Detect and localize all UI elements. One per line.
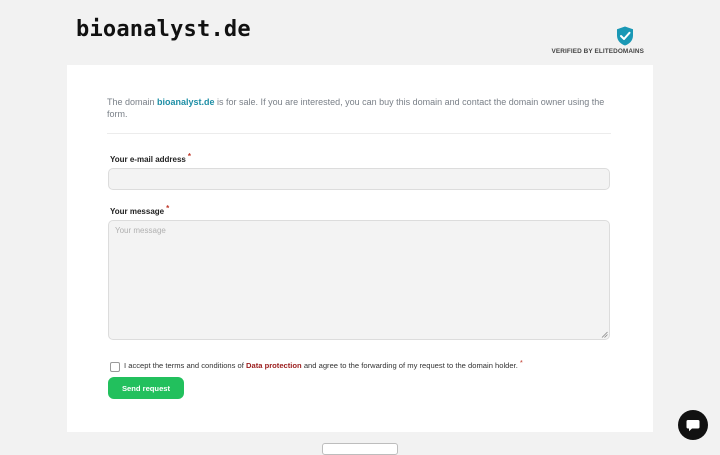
sale-intro-text: The domain bioanalyst.de is for sale. If… [107,96,617,120]
message-field[interactable] [108,220,610,340]
consent-checkbox[interactable] [110,362,120,372]
chat-bubble-icon [686,419,700,431]
chat-button[interactable] [678,410,708,440]
resize-grip-icon[interactable] [601,331,608,338]
intro-domain-name: bioanalyst.de [157,97,215,107]
required-mark: * [166,204,170,213]
consent-before: I accept the terms and conditions of [124,361,246,370]
required-mark: * [519,358,523,367]
intro-before: The domain [107,97,158,107]
data-protection-link[interactable]: Data protection [246,361,302,370]
contact-card: The domain bioanalyst.de is for sale. If… [67,65,653,432]
site-logo[interactable]: bioanalyst.de [76,17,251,42]
shield-check-icon [617,26,633,46]
send-request-button[interactable]: Send request [108,377,184,399]
consent-after: and agree to the forwarding of my reques… [301,361,518,370]
message-label: Your message * [110,204,170,216]
divider [107,133,611,134]
email-field[interactable] [108,168,610,190]
message-label-text: Your message [110,207,165,216]
consent-text: I accept the terms and conditions of Dat… [124,358,523,370]
required-mark: * [187,152,192,161]
email-label: Your e-mail address * [110,152,192,164]
email-label-text: Your e-mail address [110,155,186,164]
verified-label: VERIFIED BY ELITEDOMAINS [551,48,644,55]
footer-button[interactable] [322,443,398,455]
